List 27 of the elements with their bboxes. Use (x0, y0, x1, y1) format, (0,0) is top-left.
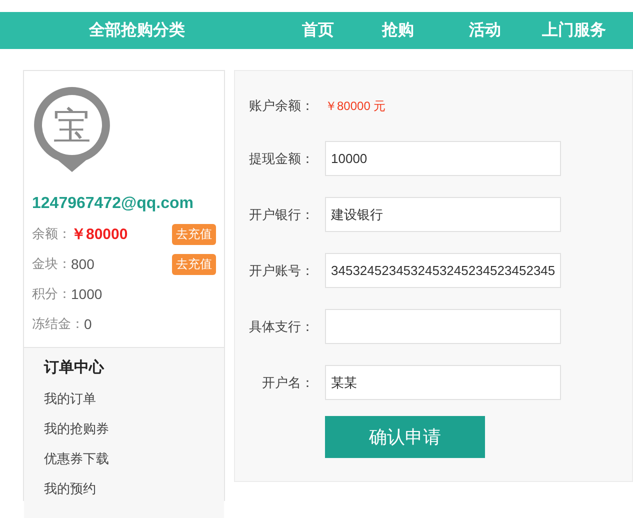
stat-label: 冻结金： (32, 315, 84, 333)
input-field[interactable]: 建设银行 (325, 197, 561, 232)
field-label: 开户名： (261, 374, 314, 392)
input-field[interactable]: 10000 (325, 141, 561, 176)
input-field[interactable]: 某某 (325, 365, 561, 400)
stat-label: 金块： (32, 255, 71, 273)
stat-value: ￥80000 (71, 224, 128, 244)
stat-value: 1000 (71, 286, 102, 302)
balance-value: ￥80000 元 (325, 98, 386, 114)
stat-label: 余额： (32, 225, 71, 243)
field-label: 开户账号： (248, 262, 314, 280)
menu-link[interactable]: 我的订单 (44, 384, 224, 414)
avatar-icon: 宝 (32, 85, 112, 173)
field-label: 具体支行： (248, 318, 314, 336)
menu-link[interactable]: 优惠券下载 (44, 444, 224, 474)
field-label: 账户余额： (248, 97, 314, 115)
menu-link[interactable]: 我的预约 (44, 474, 224, 504)
field-label: 开户银行： (248, 206, 314, 224)
section-title: 订单中心 (44, 358, 106, 378)
user-email: 1247967472@qq.com (32, 195, 194, 213)
stat-value: 800 (71, 256, 94, 272)
field-label: 提现金额： (248, 150, 314, 168)
input-field[interactable] (325, 309, 561, 344)
input-field[interactable]: 3453245234532453245234523452345 (325, 253, 561, 288)
menu-link[interactable]: 我的抢购券 (44, 414, 224, 444)
stat-label: 积分： (32, 285, 71, 303)
stat-value: 0 (84, 316, 92, 332)
